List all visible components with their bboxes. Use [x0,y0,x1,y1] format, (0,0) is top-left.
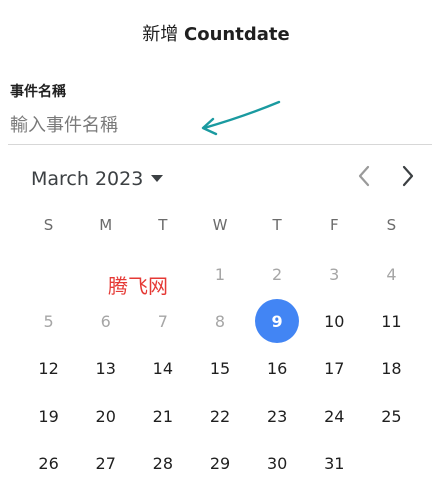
calendar-day[interactable]: 23 [249,393,306,439]
calendar-week: 12 13 14 15 16 17 18 [20,345,420,391]
calendar-day[interactable]: 8 [191,298,248,344]
calendar-day[interactable]: 3 [306,251,363,297]
calendar-day[interactable]: 4 [363,251,420,297]
calendar-day[interactable]: 7 [134,298,191,344]
watermark-text: 腾飞网 [108,274,168,298]
calendar-day[interactable]: 15 [191,345,248,391]
calendar-day[interactable]: 1 [191,251,248,297]
next-month-button[interactable] [392,160,424,192]
calendar-week: 19 20 21 22 23 24 25 [20,393,420,439]
page-title: 新增 Countdate [0,20,432,46]
calendar-day[interactable]: 19 [20,393,77,439]
calendar-day[interactable]: 6 [77,298,134,344]
calendar-day-selected[interactable]: 9 [249,298,306,344]
calendar-day[interactable]: 17 [306,345,363,391]
calendar-day[interactable]: 2 [249,251,306,297]
calendar-day[interactable]: 10 [306,298,363,344]
weekday-label: W [212,216,228,234]
title-prefix: 新增 [142,24,179,45]
calendar-day[interactable]: 27 [77,440,134,486]
weekday-label: S [386,216,397,234]
calendar-day[interactable]: 18 [363,345,420,391]
title-brand: Countdate [184,24,290,45]
calendar-day[interactable]: 22 [191,393,248,439]
weekday-label: T [272,216,282,234]
calendar-day[interactable]: 21 [134,393,191,439]
calendar-day[interactable]: 20 [77,393,134,439]
input-underline [8,144,432,145]
month-label: March 2023 [31,168,144,190]
calendar-week: 26 27 28 29 30 31 [20,440,420,486]
previous-month-button[interactable] [348,160,380,192]
calendar-week: 5 6 7 8 9 10 11 [20,298,420,344]
calendar-day[interactable]: 30 [249,440,306,486]
weekday-label: M [99,216,113,234]
weekday-header: S M T W T F S [20,214,420,236]
calendar-day[interactable]: 24 [306,393,363,439]
calendar-day[interactable]: 11 [363,298,420,344]
calendar-day-empty [20,251,77,297]
calendar-day[interactable]: 13 [77,345,134,391]
calendar-day[interactable]: 28 [134,440,191,486]
calendar-week: 1 2 3 4 [20,251,420,297]
calendar-day-empty [363,440,420,486]
calendar-day[interactable]: 5 [20,298,77,344]
month-year-dropdown[interactable]: March 2023 [31,168,164,190]
caret-down-icon [151,175,164,182]
weekday-label: F [329,216,339,234]
annotation-arrow-icon [201,100,281,136]
calendar-day[interactable]: 25 [363,393,420,439]
calendar-day[interactable]: 29 [191,440,248,486]
calendar-day[interactable]: 26 [20,440,77,486]
weekday-label: T [158,216,168,234]
event-name-label: 事件名稱 [10,84,66,100]
calendar-day[interactable]: 12 [20,345,77,391]
chevron-left-icon [358,165,370,187]
chevron-right-icon [402,165,414,187]
calendar-day[interactable]: 31 [306,440,363,486]
calendar-day[interactable]: 16 [249,345,306,391]
calendar-day[interactable]: 14 [134,345,191,391]
weekday-label: S [43,216,54,234]
